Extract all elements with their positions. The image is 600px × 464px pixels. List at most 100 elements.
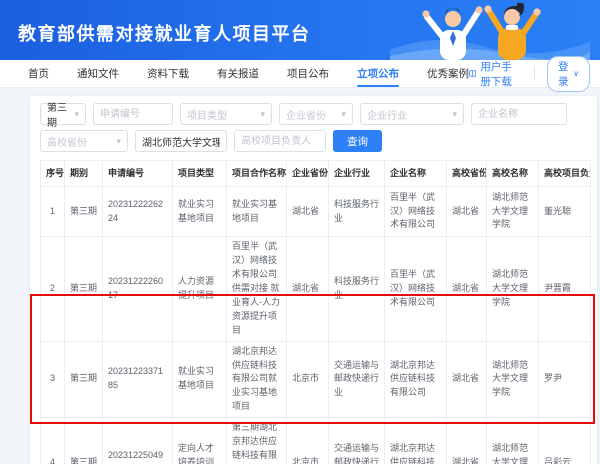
- user-manual-label: 用户手册下载: [480, 59, 522, 89]
- table-cell: 2: [41, 237, 65, 342]
- table-cell: 百里半（武汉）网络技术有限公司: [385, 187, 447, 237]
- chevron-down-icon: ▾: [341, 109, 346, 120]
- nav-item[interactable]: 项目公布: [287, 60, 329, 87]
- app-header: 教育部供需对接就业育人项目平台: [0, 0, 600, 60]
- table-cell: 人力资源提升项目: [173, 237, 227, 342]
- nav-right: 用户手册下载 登录 ∨: [469, 56, 590, 92]
- nav-item[interactable]: 有关报道: [217, 60, 259, 87]
- filter-row-1: 第三期 ▾ 项目类型 ▾ 企业省份 ▾ 企业行业 ▾: [40, 103, 587, 125]
- column-header: 企业省份: [287, 161, 329, 187]
- school-leader-input[interactable]: [234, 130, 326, 152]
- period-select-value: 第三期: [47, 99, 68, 129]
- table-cell: 湖北师范大学文理学院: [487, 418, 539, 464]
- school-province-select[interactable]: 高校省份 ▾: [40, 130, 128, 152]
- table-cell: 北京市: [287, 418, 329, 464]
- table-cell: 第三期: [65, 187, 103, 237]
- table-cell: 罗尹: [539, 341, 591, 418]
- login-label: 登录: [558, 59, 569, 89]
- table-cell: 定向人才培养培训项目: [173, 418, 227, 464]
- chevron-down-icon: ▾: [452, 109, 457, 120]
- nav-item[interactable]: 优秀案例: [427, 60, 469, 87]
- table-cell: 2023122504956: [103, 418, 173, 464]
- table-cell: 就业实习基地项目: [227, 187, 287, 237]
- table-row[interactable]: 2第三期2023122226017人力资源提升项目百里半（武汉）网络技术有限公司…: [41, 237, 591, 342]
- highfive-illustration: [390, 0, 590, 60]
- nav-divider: [534, 67, 535, 80]
- table-row[interactable]: 4第三期2023122504956定向人才培养培训项目第三期湖北京邦达供应链科技…: [41, 418, 591, 464]
- column-header: 序号: [41, 161, 65, 187]
- table-cell: 科技服务行业: [329, 187, 385, 237]
- table-cell: 湖北师范大学文理学院: [487, 187, 539, 237]
- company-province-select[interactable]: 企业省份 ▾: [279, 103, 353, 125]
- nav-items: 首页 通知文件 资料下载 有关报道 项目公布 立项公布 优秀案例: [10, 60, 469, 87]
- column-header: 高校名称: [487, 161, 539, 187]
- table-cell: 第三期: [65, 237, 103, 342]
- company-name-input[interactable]: [471, 103, 567, 125]
- table-cell: 湖北省: [447, 187, 487, 237]
- table-cell: 湖北省: [287, 187, 329, 237]
- table-cell: 湖北京邦达供应链科技有限公司: [385, 418, 447, 464]
- table-cell: 董光聪: [539, 187, 591, 237]
- table-header-row: 序号期别申请编号项目类型项目合作名称企业省份企业行业企业名称高校省份高校名称高校…: [41, 161, 591, 187]
- book-icon: [469, 68, 476, 79]
- main-nav: 首页 通知文件 资料下载 有关报道 项目公布 立项公布 优秀案例 用户手册下载 登录 ∨: [0, 60, 600, 88]
- column-header: 申请编号: [103, 161, 173, 187]
- table-cell: 湖北省: [447, 341, 487, 418]
- table-cell: 湖北京邦达供应链科技有限公司就业实习基地项目: [227, 341, 287, 418]
- period-select[interactable]: 第三期 ▾: [40, 103, 86, 125]
- column-header: 高校项目负责人: [539, 161, 591, 187]
- table-cell: 就业实习基地项目: [173, 187, 227, 237]
- chevron-down-icon: ∨: [573, 69, 579, 78]
- school-name-input[interactable]: [135, 130, 227, 152]
- table-cell: 湖北省: [447, 418, 487, 464]
- table-cell: 交通运输与邮政快递行业: [329, 341, 385, 418]
- table-cell: 就业实习基地项目: [173, 341, 227, 418]
- table-row[interactable]: 1第三期2023122226224就业实习基地项目就业实习基地项目湖北省科技服务…: [41, 187, 591, 237]
- company-province-placeholder: 企业省份: [286, 107, 326, 122]
- table-cell: 百里半（武汉）网络技术有限公司: [385, 237, 447, 342]
- table-cell: 尹晋霞: [539, 237, 591, 342]
- table-cell: 湖北师范大学文理学院: [487, 237, 539, 342]
- table-cell: 3: [41, 341, 65, 418]
- table-cell: 百里半（武汉）网络技术有限公司供需对接 就业育人-人力资源提升项目: [227, 237, 287, 342]
- login-button[interactable]: 登录 ∨: [547, 56, 590, 92]
- filter-row-2: 高校省份 ▾ 查询: [40, 130, 587, 152]
- nav-item[interactable]: 立项公布: [357, 60, 399, 87]
- column-header: 项目合作名称: [227, 161, 287, 187]
- column-header: 企业行业: [329, 161, 385, 187]
- table-cell: 交通运输与邮政快递行业: [329, 418, 385, 464]
- chevron-down-icon: ▾: [74, 109, 79, 120]
- page-title: 教育部供需对接就业育人项目平台: [18, 20, 311, 46]
- projects-table: 序号期别申请编号项目类型项目合作名称企业省份企业行业企业名称高校省份高校名称高校…: [40, 160, 591, 464]
- table-cell: 湖北京邦达供应链科技有限公司: [385, 341, 447, 418]
- table-cell: 北京市: [287, 341, 329, 418]
- school-province-placeholder: 高校省份: [47, 134, 87, 149]
- user-manual-download-link[interactable]: 用户手册下载: [469, 59, 522, 89]
- table-cell: 湖北师范大学文理学院: [487, 341, 539, 418]
- table-cell: 湖北省: [447, 237, 487, 342]
- table-cell: 科技服务行业: [329, 237, 385, 342]
- table-body: 1第三期2023122226224就业实习基地项目就业实习基地项目湖北省科技服务…: [41, 187, 591, 464]
- content-card: 第三期 ▾ 项目类型 ▾ 企业省份 ▾ 企业行业 ▾ 高校省份 ▾ 查询: [30, 96, 597, 464]
- nav-item[interactable]: 资料下载: [147, 60, 189, 87]
- nav-item[interactable]: 通知文件: [77, 60, 119, 87]
- chevron-down-icon: ▾: [260, 109, 265, 120]
- column-header: 高校省份: [447, 161, 487, 187]
- column-header: 项目类型: [173, 161, 227, 187]
- table-cell: 第三期湖北京邦达供应链科技有限公司定向人才培养培训项目: [227, 418, 287, 464]
- table-cell: 吕彩云: [539, 418, 591, 464]
- table-cell: 4: [41, 418, 65, 464]
- table-row[interactable]: 3第三期2023122337185就业实习基地项目湖北京邦达供应链科技有限公司就…: [41, 341, 591, 418]
- nav-item[interactable]: 首页: [28, 60, 49, 87]
- table-cell: 2023122337185: [103, 341, 173, 418]
- search-button[interactable]: 查询: [333, 130, 382, 152]
- project-type-select[interactable]: 项目类型 ▾: [180, 103, 272, 125]
- company-industry-select[interactable]: 企业行业 ▾: [360, 103, 464, 125]
- table-cell: 2023122226224: [103, 187, 173, 237]
- table-cell: 湖北省: [287, 237, 329, 342]
- page: { "header": { "title": "教育部供需对接就业育人项目平台"…: [0, 0, 600, 464]
- apply-no-input[interactable]: [93, 103, 173, 125]
- table-cell: 2023122226017: [103, 237, 173, 342]
- project-type-placeholder: 项目类型: [187, 107, 227, 122]
- table-cell: 第三期: [65, 418, 103, 464]
